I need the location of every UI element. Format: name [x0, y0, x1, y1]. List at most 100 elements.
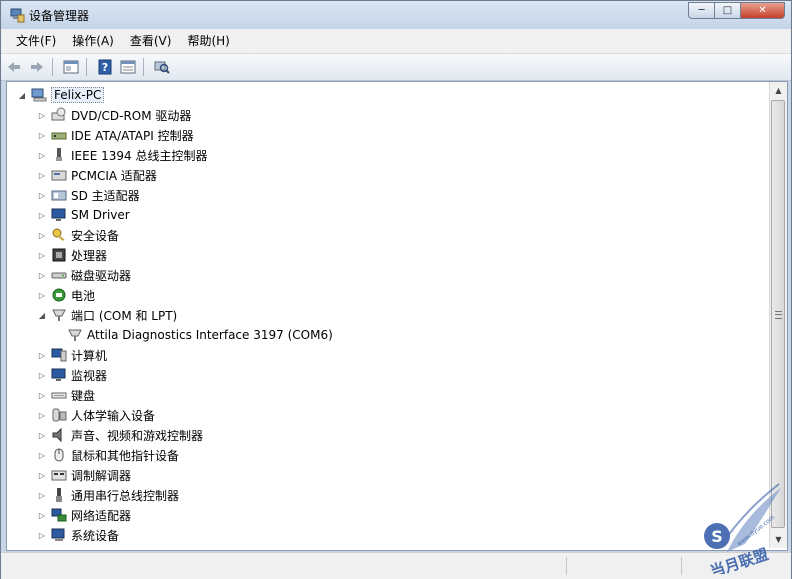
- minimize-button[interactable]: ─: [688, 2, 715, 19]
- tree-node[interactable]: ▷ 网络适配器: [37, 505, 131, 525]
- expand-arrow-icon[interactable]: ▷: [37, 270, 47, 280]
- expand-arrow-icon[interactable]: ▷: [37, 370, 47, 380]
- tree-root[interactable]: ◢ Felix-PC: [17, 85, 105, 105]
- tree-node[interactable]: ▷ 监视器: [37, 365, 107, 385]
- tree-node[interactable]: ▷ DVD/CD-ROM 驱动器: [37, 105, 191, 125]
- expand-arrow-icon[interactable]: ▷: [37, 250, 47, 260]
- tree-node[interactable]: ▷ PCMCIA 适配器: [37, 165, 157, 185]
- expand-arrow-icon[interactable]: ▷: [37, 130, 47, 140]
- system-device-icon: [51, 528, 65, 541]
- keyboard-icon: [51, 392, 67, 399]
- tree-node[interactable]: ▷ IDE ATA/ATAPI 控制器: [37, 125, 194, 145]
- hid-icon: [52, 408, 67, 422]
- toolbar-separator: [143, 58, 144, 76]
- status-separator: [566, 557, 567, 575]
- close-icon: ✕: [758, 5, 767, 16]
- mouse-icon: [54, 448, 64, 462]
- tree-node[interactable]: ▷ SM Driver: [37, 205, 130, 225]
- scroll-up-icon: ▲: [775, 86, 782, 95]
- key-icon: [52, 228, 65, 242]
- collapse-arrow-icon[interactable]: ◢: [37, 310, 47, 320]
- expand-arrow-icon[interactable]: ▷: [37, 110, 47, 120]
- title-bar[interactable]: 设备管理器 ─ □ ✕: [1, 1, 791, 29]
- cpu-icon: [52, 248, 66, 262]
- menu-action[interactable]: 操作(A): [64, 31, 122, 51]
- tree-node-label: SD 主适配器: [71, 188, 140, 203]
- tree-node[interactable]: ◢ 端口 (COM 和 LPT): [37, 305, 177, 325]
- help-icon: ?: [98, 59, 112, 75]
- tree-node-label: 监视器: [71, 368, 108, 383]
- tree-node[interactable]: ▷ SD 主适配器: [37, 185, 140, 205]
- expand-arrow-icon[interactable]: ▷: [37, 190, 47, 200]
- monitor-icon: [51, 208, 66, 221]
- expand-arrow-icon[interactable]: ▷: [37, 430, 47, 440]
- watermark-logo: S 当月联盟 www.dyue.com: [704, 483, 781, 574]
- forward-button[interactable]: [27, 57, 47, 77]
- tree-node-label: 键盘: [71, 388, 96, 403]
- expand-arrow-icon[interactable]: ▷: [37, 210, 47, 220]
- tree-node[interactable]: ▷ 键盘: [37, 385, 95, 405]
- properties-view-button[interactable]: [61, 57, 81, 77]
- expand-arrow-icon[interactable]: ▷: [37, 490, 47, 500]
- expand-arrow-icon[interactable]: ▷: [37, 290, 47, 300]
- maximize-icon: □: [722, 5, 733, 16]
- vertical-scrollbar[interactable]: ▲ ▼: [769, 82, 787, 548]
- scan-hardware-button[interactable]: [152, 57, 172, 77]
- expand-arrow-icon[interactable]: ▷: [37, 350, 47, 360]
- ide-controller-icon: [51, 132, 67, 140]
- expand-arrow-icon[interactable]: ▷: [37, 450, 47, 460]
- tree-node[interactable]: ▷ 通用串行总线控制器: [37, 485, 179, 505]
- tree-node[interactable]: ▷ 安全设备: [37, 225, 119, 245]
- scroll-up-button[interactable]: ▲: [770, 82, 787, 99]
- tree-node-label: 鼠标和其他指针设备: [71, 448, 180, 463]
- details-view-button[interactable]: [118, 57, 138, 77]
- window-controls: ─ □ ✕: [688, 2, 785, 20]
- tree-node[interactable]: ▷ IEEE 1394 总线主控制器: [37, 145, 207, 165]
- menu-help[interactable]: 帮助(H): [179, 31, 237, 51]
- sd-adapter-icon: [51, 190, 67, 201]
- tree-node-label: 电池: [71, 288, 96, 303]
- tree-node[interactable]: ▷ 电池: [37, 285, 95, 305]
- expand-arrow-icon[interactable]: ▷: [37, 510, 47, 520]
- tree-node[interactable]: ▷ 磁盘驱动器: [37, 265, 131, 285]
- device-tree[interactable]: ◢ Felix-PC ▷ DVD/CD-ROM 驱动器 ▷ IDE ATA/ATAPI…: [6, 81, 788, 551]
- window-title: 设备管理器: [29, 9, 90, 23]
- minimize-icon: ─: [698, 5, 705, 16]
- expand-arrow-icon[interactable]: ▷: [37, 390, 47, 400]
- collapse-arrow-icon[interactable]: ◢: [17, 90, 27, 100]
- scrollbar-thumb[interactable]: [771, 100, 785, 528]
- tree-node[interactable]: ▷ 调制解调器: [37, 465, 131, 485]
- dvd-drive-icon: [51, 107, 66, 121]
- scan-hardware-icon: [154, 61, 170, 74]
- tree-node[interactable]: ▷ 计算机: [37, 345, 107, 365]
- expand-arrow-icon[interactable]: ▷: [37, 530, 47, 540]
- expand-arrow-icon[interactable]: ▷: [37, 470, 47, 480]
- svg-text:S: S: [711, 527, 723, 546]
- properties-view-icon: [63, 60, 79, 74]
- details-view-icon: [120, 60, 136, 74]
- tree-node[interactable]: ▷ 人体学输入设备: [37, 405, 155, 425]
- tree-node-label: DVD/CD-ROM 驱动器: [71, 108, 192, 123]
- back-button[interactable]: [4, 57, 24, 77]
- close-button[interactable]: ✕: [741, 2, 785, 19]
- tree-node[interactable]: ▷ 鼠标和其他指针设备: [37, 445, 179, 465]
- tree-child-node[interactable]: Attila Diagnostics Interface 3197 (COM6): [67, 325, 333, 345]
- network-icon: [51, 508, 67, 522]
- speaker-icon: [52, 427, 62, 443]
- tree-node[interactable]: ▷ 声音、视频和游戏控制器: [37, 425, 203, 445]
- tree-node-label: 安全设备: [71, 228, 120, 243]
- tree-child-label: Attila Diagnostics Interface 3197 (COM6): [87, 328, 333, 342]
- tree-node-label: 声音、视频和游戏控制器: [71, 428, 204, 443]
- expand-arrow-icon[interactable]: ▷: [37, 410, 47, 420]
- tree-node-label: 人体学输入设备: [71, 408, 156, 423]
- expand-arrow-icon[interactable]: ▷: [37, 230, 47, 240]
- tree-node[interactable]: ▷ 处理器: [37, 245, 107, 265]
- maximize-button[interactable]: □: [715, 2, 741, 19]
- tree-node[interactable]: ▷ 系统设备: [37, 525, 119, 545]
- expand-arrow-icon[interactable]: ▷: [37, 150, 47, 160]
- expand-arrow-icon[interactable]: ▷: [37, 170, 47, 180]
- tree-node-label: SM Driver: [71, 208, 130, 222]
- menu-view[interactable]: 查看(V): [122, 31, 180, 51]
- menu-file[interactable]: 文件(F): [8, 31, 64, 51]
- help-button[interactable]: ?: [95, 57, 115, 77]
